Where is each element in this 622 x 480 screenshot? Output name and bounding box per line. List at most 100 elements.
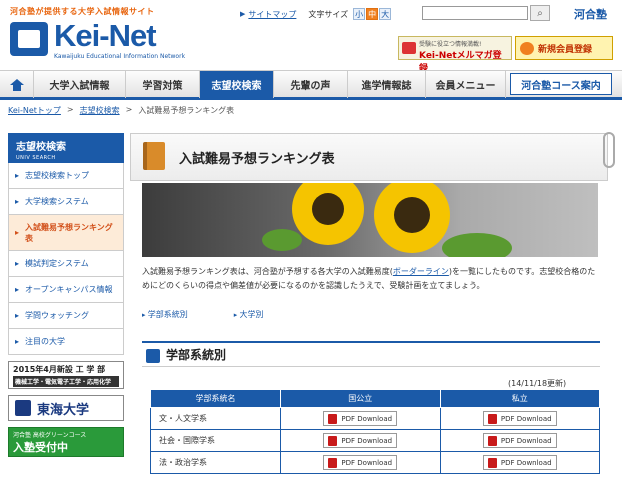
arrow-icon: ▶ (240, 10, 246, 18)
paperclip-icon (603, 132, 615, 168)
engineering-banner[interactable]: 2015年4月新設 工 学 部 機械工学・電気電子工学・応用化学 (8, 361, 124, 389)
sunflower-hero-image (142, 183, 598, 257)
kawaijuku-logo[interactable]: 河合塾 (574, 6, 607, 22)
banner3-sub: 河合塾 高校グリーンコース (13, 432, 87, 439)
updated-date: (14/11/18更新) (508, 379, 567, 388)
pdf-download-label: PDF Download (341, 436, 393, 445)
sidebar-item-univ-search[interactable]: 大学検索システム (8, 189, 124, 215)
pdf-icon (328, 457, 338, 468)
pdf-download-label: PDF Download (500, 414, 552, 423)
nav-item-course[interactable]: 河合塾コース案内 (510, 73, 612, 95)
nav-home[interactable] (0, 71, 34, 98)
page-title: 入試難易予想ランキング表 (179, 151, 335, 167)
description: 入試難易予想ランキング表は、河合塾が予想する各大学の入試難易度(ボーダーライン)… (142, 265, 600, 293)
pdf-download-label: PDF Download (500, 458, 552, 467)
mailmag-sub: 受験に役立つ情報満載! (419, 41, 482, 48)
mail-icon (402, 42, 416, 54)
header-private: 私立 (439, 389, 600, 408)
sidebar: 志望校検索 UNIV SEARCH 志望校検索トップ 大学検索システム 入試難易… (8, 133, 124, 457)
main-content: 入試難易予想ランキング表 入試難易予想ランキング表は、河合塾が予想する各大学の入… (130, 132, 615, 474)
tagline: 河合塾が提供する大学入試情報サイト (10, 7, 155, 16)
logo-text: Kei-Net (54, 18, 157, 53)
notebook-icon (143, 142, 165, 170)
jump-link-university[interactable]: 大学別 (234, 309, 264, 320)
pdf-download-button[interactable]: PDF Download (482, 433, 557, 448)
pdf-icon (487, 435, 497, 446)
jump-link-faculty[interactable]: 学部系統別 (142, 309, 188, 320)
utility-links: ▶ サイトマップ 文字サイズ 小 中 大 (240, 6, 392, 22)
breadcrumb-separator: > (125, 105, 133, 114)
sidebar-heading: 志望校検索 UNIV SEARCH (8, 133, 124, 163)
font-size-large-button[interactable]: 大 (379, 8, 392, 20)
register-button[interactable]: 新規会員登録 (515, 36, 613, 60)
sidebar-item-open-campus[interactable]: オープンキャンパス情報 (8, 277, 124, 303)
logo-subtitle: Kawaijuku Educational Information Networ… (54, 53, 186, 60)
sidebar-item-ranking[interactable]: 入試難易予想ランキング表 (8, 215, 124, 251)
breadcrumb-separator: > (66, 105, 74, 114)
pdf-download-button[interactable]: PDF Download (323, 411, 398, 426)
search-icon: ⌕ (537, 7, 543, 19)
pdf-download-button[interactable]: PDF Download (482, 455, 557, 470)
breadcrumb: Kei-Netトップ > 志望校検索 > 入試難易予想ランキング表 (8, 105, 234, 116)
page-title-box: 入試難易予想ランキング表 (130, 132, 615, 181)
sidebar-heading-sub: UNIV SEARCH (16, 155, 56, 161)
font-size-label: 文字サイズ (308, 9, 349, 19)
tokai-banner[interactable]: 東海大学 (8, 395, 124, 421)
sidebar-heading-title: 志望校検索 (16, 142, 66, 153)
table-row: 法・政治学系 PDF Download PDF Download (150, 451, 600, 474)
mailmag-banner[interactable]: 受験に役立つ情報満載! Kei-Netメルマガ登録 (398, 36, 512, 74)
kei-net-logo[interactable]: Kei-Net Kawaijuku Educational Informatio… (10, 18, 185, 62)
faculty-name: 文・人文学系 (150, 407, 281, 430)
table-header-row: 学部系統名 国公立 私立 (150, 389, 600, 408)
pdf-download-button[interactable]: PDF Download (323, 433, 398, 448)
faculty-name: 社会・国際学系 (150, 429, 281, 452)
global-nav: 大学入試情報 学習対策 志望校検索 先輩の声 進学情報誌 会員メニュー 河合塾コ… (0, 70, 622, 100)
nav-item-univ-info[interactable]: 大学入試情報 (34, 71, 126, 98)
font-size-medium-button[interactable]: 中 (366, 8, 379, 20)
pdf-download-label: PDF Download (341, 458, 393, 467)
pdf-download-label: PDF Download (500, 436, 552, 445)
pdf-download-label: PDF Download (341, 414, 393, 423)
search-button[interactable]: ⌕ (530, 5, 550, 21)
faculty-name: 法・政治学系 (150, 451, 281, 474)
sidebar-item-featured[interactable]: 注目の大学 (8, 329, 124, 355)
breadcrumb-current: 入試難易予想ランキング表 (138, 106, 235, 115)
section-title: 学部系統別 (166, 348, 227, 362)
banner2-title: 東海大学 (37, 402, 90, 418)
table-row: 社会・国際学系 PDF Download PDF Download (150, 429, 600, 452)
register-label: 新規会員登録 (538, 44, 593, 55)
nav-item-member[interactable]: 会員メニュー (426, 71, 506, 98)
banner1-title: 2015年4月新設 工 学 部 (13, 365, 106, 374)
header-public: 国公立 (280, 389, 441, 408)
tokai-logo-icon (15, 400, 31, 416)
font-size-small-button[interactable]: 小 (353, 8, 366, 20)
breadcrumb-top[interactable]: Kei-Netトップ (8, 105, 61, 116)
pencil-icon (146, 349, 160, 363)
nav-item-voices[interactable]: 先輩の声 (274, 71, 348, 98)
ranking-table: 学部系統名 国公立 私立 文・人文学系 PDF Download PDF Dow… (150, 389, 600, 474)
pdf-download-button[interactable]: PDF Download (482, 411, 557, 426)
jump-links: 学部系統別 大学別 (142, 309, 264, 320)
pdf-icon (487, 413, 497, 424)
pdf-icon (328, 435, 338, 446)
banner3-title: 入塾受付中 (13, 441, 68, 454)
pdf-download-button[interactable]: PDF Download (323, 455, 398, 470)
pdf-icon (328, 413, 338, 424)
nav-item-search[interactable]: 志望校検索 (200, 71, 274, 98)
pdf-icon (487, 457, 497, 468)
green-course-banner[interactable]: 河合塾 高校グリーンコース 入塾受付中 (8, 427, 124, 457)
breadcrumb-search[interactable]: 志望校検索 (80, 105, 120, 116)
search-input[interactable] (422, 6, 528, 20)
nav-item-magazine[interactable]: 進学情報誌 (348, 71, 426, 98)
book-icon (10, 22, 48, 56)
banner1-sub: 機械工学・電気電子工学・応用化学 (13, 376, 119, 387)
desc-pre: 入試難易予想ランキング表は、河合塾が予想する各大学の入試難易度( (142, 267, 393, 276)
header: 河合塾が提供する大学入試情報サイト Kei-Net Kawaijuku Educ… (0, 0, 622, 74)
sitemap-link[interactable]: サイトマップ (248, 9, 296, 20)
borderline-link[interactable]: ボーダーライン (393, 267, 449, 276)
nav-item-study[interactable]: 学習対策 (126, 71, 200, 98)
sidebar-item-mock-exam[interactable]: 模試判定システム (8, 251, 124, 277)
sidebar-item-search-top[interactable]: 志望校検索トップ (8, 163, 124, 189)
sidebar-item-gakumon[interactable]: 学問ウォッチング (8, 303, 124, 329)
header-faculty: 学部系統名 (150, 389, 281, 408)
